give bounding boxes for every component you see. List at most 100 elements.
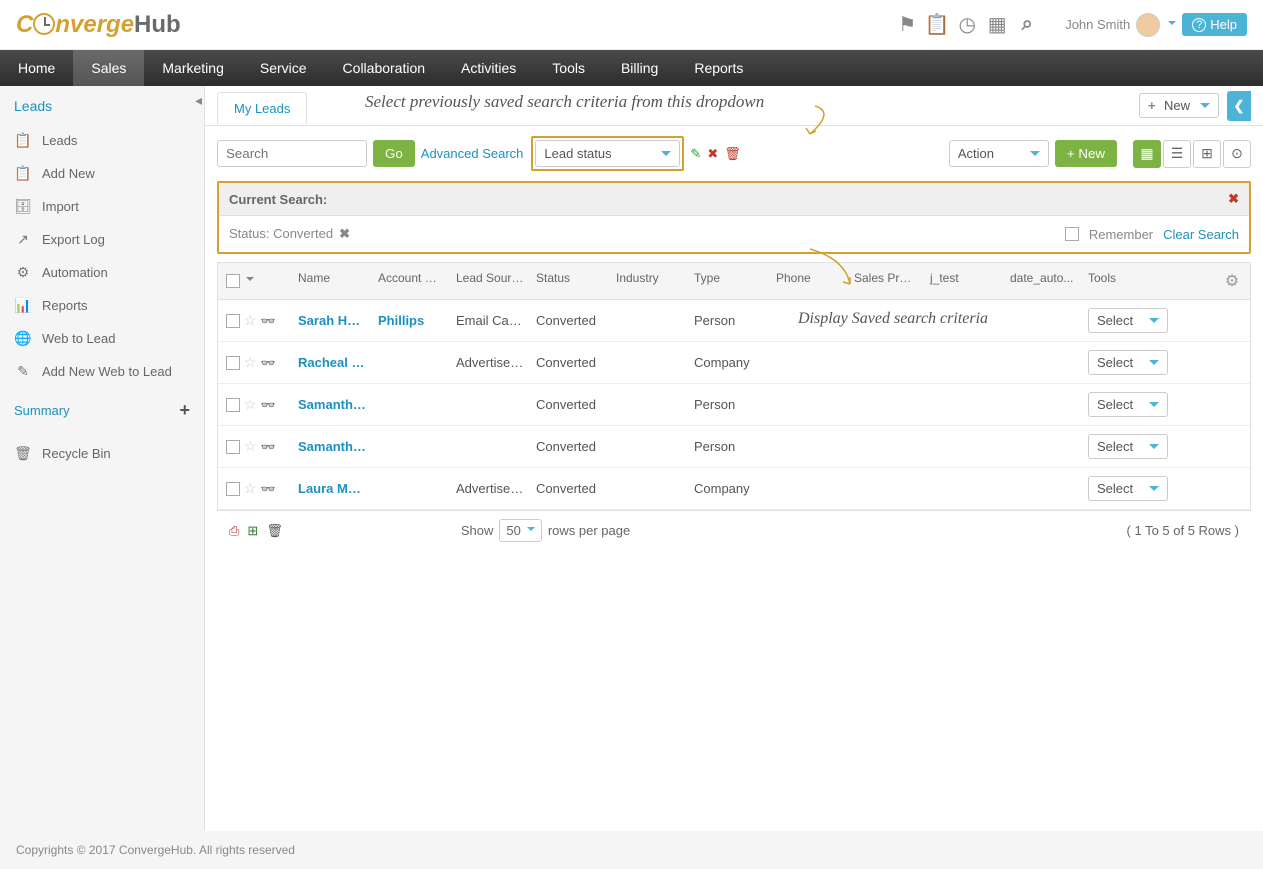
trash-icon[interactable]: 🗑 — [266, 523, 283, 539]
remember-checkbox[interactable] — [1065, 227, 1079, 241]
view-icon[interactable]: 👓 — [261, 398, 276, 412]
cell-account[interactable] — [372, 439, 450, 455]
row-action-dropdown[interactable]: Select — [1088, 434, 1168, 459]
sidebar-item-leads[interactable]: 📋Leads — [0, 124, 204, 157]
col-source[interactable]: Lead Source — [450, 263, 530, 299]
view-icon[interactable]: 👓 — [261, 482, 276, 496]
cell-name[interactable]: Samantha ... — [292, 431, 372, 462]
nav-marketing[interactable]: Marketing — [144, 50, 241, 86]
cell-account[interactable] — [372, 397, 450, 413]
calendar-icon[interactable]: ▦ — [985, 13, 1009, 37]
star-icon[interactable]: ☆ — [244, 480, 257, 497]
user-name[interactable]: John Smith — [1065, 17, 1130, 32]
kanban-view-button[interactable]: ⊞ — [1193, 140, 1221, 168]
sidebar-item-add-new[interactable]: 📋Add New — [0, 157, 204, 190]
col-jtest[interactable]: j_test — [924, 263, 1004, 299]
cell-account[interactable]: Phillips — [372, 305, 450, 336]
row-action-dropdown[interactable]: Select — [1088, 308, 1168, 333]
new-dropdown[interactable]: New — [1139, 93, 1219, 118]
row-action-dropdown[interactable]: Select — [1088, 392, 1168, 417]
row-checkbox[interactable] — [226, 314, 240, 328]
advanced-search-link[interactable]: Advanced Search — [421, 146, 524, 161]
sidebar-summary[interactable]: Summary + — [0, 388, 204, 433]
trash-icon[interactable]: 🗑 — [724, 146, 741, 162]
sidebar-item-import[interactable]: 🗄Import — [0, 190, 204, 223]
search-icon[interactable]: ⌕ — [1015, 13, 1039, 37]
sidebar-item-web-to-lead[interactable]: 🌐Web to Lead — [0, 322, 204, 355]
go-button[interactable]: Go — [373, 140, 415, 167]
nav-home[interactable]: Home — [0, 50, 73, 86]
search-input[interactable] — [217, 140, 367, 167]
nav-activities[interactable]: Activities — [443, 50, 534, 86]
grid-view-button[interactable]: ▦ — [1133, 140, 1161, 168]
view-icon[interactable]: 👓 — [261, 440, 276, 454]
cell-account[interactable] — [372, 481, 450, 497]
col-tools[interactable]: Tools — [1082, 263, 1214, 299]
avatar[interactable] — [1136, 13, 1160, 37]
nav-collaboration[interactable]: Collaboration — [325, 50, 444, 86]
select-all-checkbox[interactable] — [226, 274, 240, 288]
view-icon[interactable]: 👓 — [261, 356, 276, 370]
help-button[interactable]: ?Help — [1182, 13, 1247, 36]
sidebar-recycle[interactable]: 🗑 Recycle Bin — [0, 433, 204, 474]
row-action-dropdown[interactable]: Select — [1088, 476, 1168, 501]
x-icon[interactable]: ✖ — [707, 146, 718, 162]
col-type[interactable]: Type — [688, 263, 770, 299]
cell-account[interactable] — [372, 355, 450, 371]
nav-tools[interactable]: Tools — [534, 50, 603, 86]
col-sales-process[interactable]: Sales Proces — [848, 263, 924, 299]
row-checkbox[interactable] — [226, 482, 240, 496]
col-industry[interactable]: Industry — [610, 263, 688, 299]
search-chip[interactable]: Status: Converted✖ — [229, 226, 350, 242]
list-view-button[interactable]: ☰ — [1163, 140, 1191, 168]
chevron-down-icon[interactable] — [246, 277, 254, 285]
flag-icon[interactable]: ⚑ — [895, 13, 919, 37]
collapse-panel-button[interactable]: ❮ — [1227, 91, 1251, 121]
star-icon[interactable]: ☆ — [244, 396, 257, 413]
action-dropdown[interactable]: Action — [949, 140, 1049, 167]
table-row: ☆ 👓Samantha ...ConvertedPersonSelect — [218, 426, 1250, 468]
nav-reports[interactable]: Reports — [676, 50, 761, 86]
sidebar-item-add-new-web-to-lead[interactable]: ✎Add New Web to Lead — [0, 355, 204, 388]
cell-name[interactable]: Racheal B... — [292, 347, 372, 378]
tab-my-leads[interactable]: My Leads — [217, 92, 307, 124]
page-size-dropdown[interactable]: 50 — [499, 519, 541, 542]
cell-name[interactable]: Sarah Hoff... — [292, 305, 372, 336]
col-status[interactable]: Status — [530, 263, 610, 299]
clipboard-icon[interactable]: 📋 — [925, 13, 949, 37]
close-icon[interactable]: ✖ — [1228, 191, 1239, 207]
sidebar-item-export-log[interactable]: ↗Export Log — [0, 223, 204, 256]
excel-icon[interactable]: ⊞ — [247, 523, 258, 539]
cell-name[interactable]: Samantha ... — [292, 389, 372, 420]
col-account[interactable]: Account Name — [372, 263, 450, 299]
sidebar-collapse-icon[interactable]: ◂ — [195, 92, 205, 112]
clear-search-link[interactable]: Clear Search — [1163, 227, 1239, 242]
sidebar-item-reports[interactable]: 📊Reports — [0, 289, 204, 322]
col-phone[interactable]: Phone — [770, 263, 848, 299]
plus-icon[interactable]: + — [179, 400, 190, 421]
row-checkbox[interactable] — [226, 356, 240, 370]
user-caret-icon[interactable] — [1168, 21, 1176, 29]
star-icon[interactable]: ☆ — [244, 312, 257, 329]
star-icon[interactable]: ☆ — [244, 438, 257, 455]
row-checkbox[interactable] — [226, 398, 240, 412]
view-icon[interactable]: 👓 — [261, 314, 276, 328]
new-button[interactable]: + New — [1055, 140, 1117, 167]
col-date-auto[interactable]: date_auto... — [1004, 263, 1082, 299]
sidebar-item-automation[interactable]: ⚙Automation — [0, 256, 204, 289]
nav-service[interactable]: Service — [242, 50, 325, 86]
pdf-icon[interactable]: ⎙ — [229, 523, 239, 539]
row-checkbox[interactable] — [226, 440, 240, 454]
nav-billing[interactable]: Billing — [603, 50, 676, 86]
pencil-icon[interactable]: ✎ — [690, 146, 701, 162]
col-name[interactable]: Name — [292, 263, 372, 299]
chip-remove-icon[interactable]: ✖ — [339, 226, 350, 241]
saved-search-dropdown[interactable]: Lead status — [535, 140, 680, 167]
compass-icon[interactable]: ◷ — [955, 13, 979, 37]
star-icon[interactable]: ☆ — [244, 354, 257, 371]
gear-icon[interactable]: ⚙ — [1214, 263, 1250, 299]
nav-sales[interactable]: Sales — [73, 50, 144, 86]
cell-name[interactable]: Laura Mor... — [292, 473, 372, 504]
map-view-button[interactable]: ⊙ — [1223, 140, 1251, 168]
row-action-dropdown[interactable]: Select — [1088, 350, 1168, 375]
